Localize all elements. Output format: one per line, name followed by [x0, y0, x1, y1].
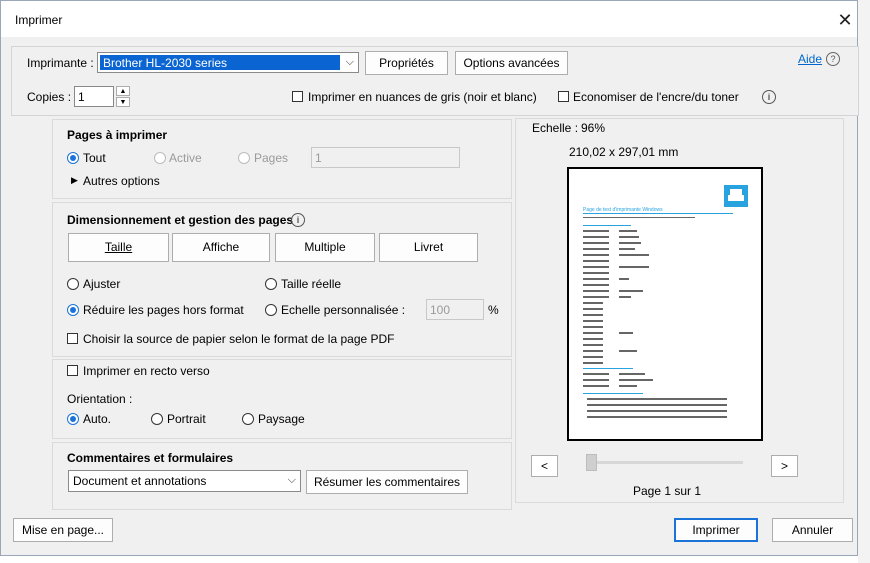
radio-current-label: Active [169, 151, 202, 165]
paper-source-checkbox[interactable] [67, 333, 78, 344]
copies-label: Copies : [27, 90, 72, 104]
radio-pages[interactable] [238, 152, 250, 164]
sizing-heading: Dimensionnement et gestion des pages [67, 213, 294, 227]
copies-value: 1 [78, 90, 85, 104]
printer-select[interactable]: Brother HL-2030 series ⌵ [97, 52, 359, 73]
page-slider-track[interactable] [587, 461, 743, 464]
radio-orientation-auto-label: Auto. [83, 412, 112, 426]
percent-sign: % [488, 303, 499, 317]
print-dialog: Imprimer ✕ Imprimante : Brother HL-2030 … [0, 0, 859, 556]
summarize-comments-button[interactable]: Résumer les commentaires [306, 470, 468, 494]
radio-pages-label: Pages [254, 151, 289, 165]
page-setup-button[interactable]: Mise en page... [13, 518, 113, 542]
more-options-toggle[interactable]: Autres options [83, 174, 160, 188]
background-app-right [858, 0, 870, 563]
radio-orientation-landscape-label: Paysage [258, 412, 305, 426]
prev-page-button[interactable]: < [531, 455, 558, 477]
pages-heading: Pages à imprimer [67, 128, 168, 142]
duplex-checkbox[interactable] [67, 365, 78, 376]
radio-actual-size-label: Taille réelle [281, 277, 342, 291]
chevron-down-icon: ⌵ [345, 56, 354, 68]
copies-input[interactable]: 1 [74, 86, 114, 107]
title-bar: Imprimer ✕ [1, 1, 857, 37]
printer-label: Imprimante : [27, 56, 94, 70]
radio-orientation-auto[interactable] [67, 413, 79, 425]
radio-shrink[interactable] [67, 304, 79, 316]
grayscale-label: Imprimer en nuances de gris (noir et bla… [308, 90, 537, 104]
scale-value: 96% [581, 121, 606, 135]
cancel-button[interactable]: Annuler [772, 518, 853, 542]
print-button[interactable]: Imprimer [674, 518, 758, 542]
radio-fit-label: Ajuster [83, 277, 121, 291]
help-link[interactable]: Aide [798, 52, 822, 66]
custom-scale-input[interactable]: 100 [426, 299, 484, 320]
tab-multiple[interactable]: Multiple [275, 233, 375, 262]
pages-range-value: 1 [315, 151, 322, 165]
radio-all-pages[interactable] [67, 152, 79, 164]
tab-poster[interactable]: Affiche [172, 233, 270, 262]
tab-size[interactable]: Taille [68, 233, 169, 262]
info-icon[interactable]: i [291, 213, 305, 227]
page-slider-thumb[interactable] [586, 454, 597, 471]
advanced-options-button[interactable]: Options avancées [455, 51, 568, 75]
radio-shrink-label: Réduire les pages hors format [83, 303, 244, 317]
window-title: Imprimer [15, 13, 63, 27]
expand-triangle-icon[interactable]: ▶ [71, 175, 78, 186]
chevron-down-icon[interactable]: ▼ [116, 97, 130, 107]
close-icon[interactable]: ✕ [834, 9, 856, 31]
custom-scale-value: 100 [430, 303, 451, 317]
comments-heading: Commentaires et formulaires [67, 451, 234, 465]
comments-select[interactable]: Document et annotations ⌵ [68, 470, 301, 492]
radio-custom-scale[interactable] [265, 304, 277, 316]
radio-orientation-landscape[interactable] [242, 413, 254, 425]
pages-range-input[interactable]: 1 [311, 147, 460, 168]
radio-all-label: Tout [83, 151, 106, 165]
info-icon[interactable]: i [762, 90, 776, 104]
orientation-label: Orientation : [67, 392, 133, 406]
grayscale-checkbox[interactable] [292, 91, 303, 102]
save-ink-label: Economiser de l'encre/du toner [573, 90, 739, 104]
printer-value: Brother HL-2030 series [103, 56, 228, 70]
copies-stepper[interactable]: ▲ ▼ [116, 86, 130, 107]
radio-custom-scale-label: Echelle personnalisée : [281, 303, 406, 317]
save-ink-checkbox[interactable] [558, 91, 569, 102]
paper-source-label: Choisir la source de papier selon le for… [83, 332, 395, 346]
printer-icon [724, 185, 748, 207]
properties-button[interactable]: Propriétés [365, 51, 448, 75]
radio-current-page[interactable] [154, 152, 166, 164]
radio-orientation-portrait[interactable] [151, 413, 163, 425]
chevron-up-icon[interactable]: ▲ [116, 86, 130, 96]
radio-actual-size[interactable] [265, 278, 277, 290]
page-dimensions: 210,02 x 297,01 mm [569, 145, 679, 159]
tab-booklet[interactable]: Livret [379, 233, 478, 262]
scale-label: Echelle : [532, 121, 579, 135]
duplex-label: Imprimer en recto verso [83, 364, 210, 378]
help-icon[interactable]: ? [826, 52, 840, 66]
next-page-button[interactable]: > [771, 455, 798, 477]
radio-fit[interactable] [67, 278, 79, 290]
page-indicator: Page 1 sur 1 [633, 484, 702, 498]
radio-orientation-portrait-label: Portrait [167, 412, 206, 426]
chevron-down-icon: ⌵ [287, 474, 296, 486]
page-preview: Page de test d'imprimante Windows [567, 167, 763, 441]
comments-select-value: Document et annotations [73, 474, 207, 488]
